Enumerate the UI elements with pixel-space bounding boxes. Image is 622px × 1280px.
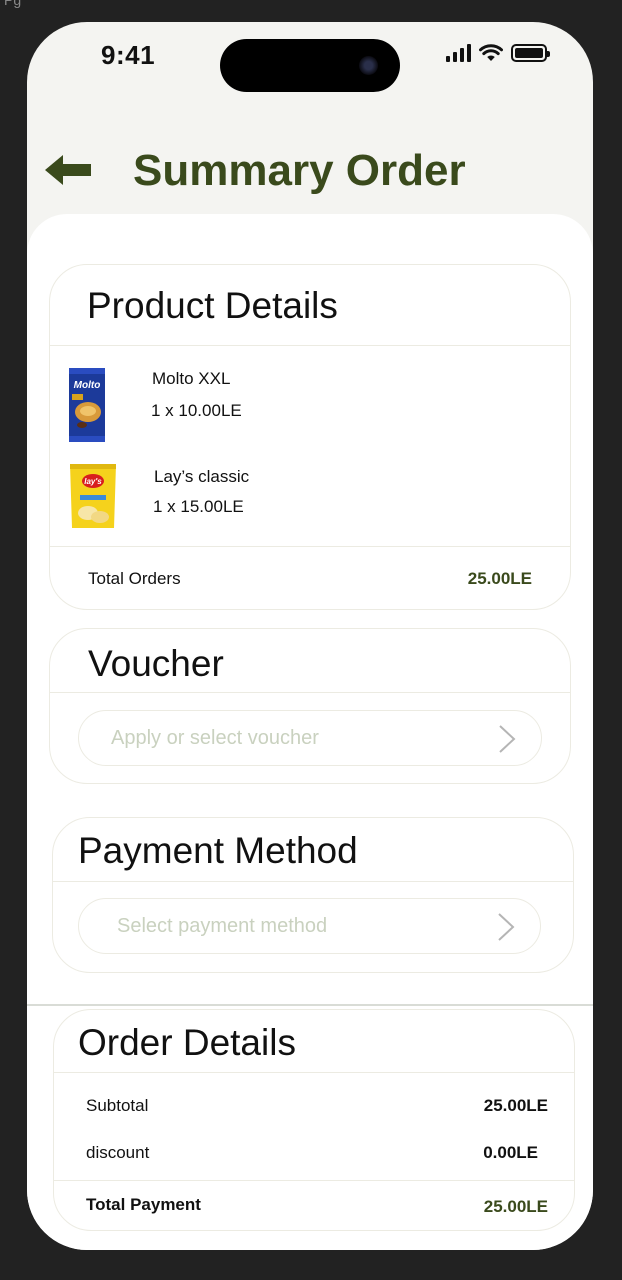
total-payment-label: Total Payment <box>86 1195 201 1214</box>
molto-product-image: Molto <box>69 368 105 442</box>
status-time: 9:41 <box>101 40 156 70</box>
product-name: Molto XXL <box>152 369 231 388</box>
total-orders-label: Total Orders <box>88 569 181 588</box>
order-details-card: Order Details Subtotal 25.00LE discount … <box>53 1009 575 1231</box>
product-details-title: Product Details <box>87 285 338 326</box>
divider <box>54 1072 574 1073</box>
product-name: Lay’s classic <box>154 467 250 486</box>
back-button[interactable] <box>43 152 93 188</box>
divider <box>53 881 573 882</box>
product-price: 1 x 15.00LE <box>153 497 244 516</box>
divider <box>54 1180 574 1181</box>
order-details-title: Order Details <box>78 1022 296 1063</box>
frame-label: Pg <box>4 0 22 8</box>
total-orders-value: 25.00LE <box>467 569 532 588</box>
subtotal-label: Subtotal <box>86 1096 149 1115</box>
divider <box>50 692 570 693</box>
svg-text:lay's: lay's <box>84 477 102 486</box>
status-icons <box>446 44 550 62</box>
dynamic-island <box>220 39 400 92</box>
payment-placeholder: Select payment method <box>117 915 328 937</box>
discount-value: 0.00LE <box>483 1143 538 1162</box>
arrow-left-icon <box>45 155 91 185</box>
discount-label: discount <box>86 1143 150 1162</box>
payment-method-card: Payment Method Select payment method <box>52 817 574 973</box>
cellular-signal-icon <box>446 44 471 62</box>
voucher-card: Voucher Apply or select voucher <box>49 628 571 784</box>
product-price: 1 x 10.00LE <box>151 401 242 420</box>
chevron-right-icon <box>499 725 516 753</box>
divider <box>50 345 570 346</box>
divider <box>50 546 570 547</box>
svg-text:Molto: Molto <box>74 380 101 391</box>
wifi-icon <box>479 44 503 61</box>
battery-icon <box>511 44 550 62</box>
payment-method-select[interactable]: Select payment method <box>78 898 541 954</box>
product-item: Molto Molto XXL 1 x 10.00LE <box>50 365 570 445</box>
product-details-card: Product Details Molto Molto XXL 1 x 10.0… <box>49 264 571 610</box>
lays-product-image: lay's <box>70 464 116 528</box>
voucher-title: Voucher <box>88 643 224 684</box>
phone-screen: 9:41 Summary Order Product Details Molto… <box>27 22 593 1250</box>
content-sheet: Product Details Molto Molto XXL 1 x 10.0… <box>27 214 593 1250</box>
scroll-divider <box>27 1004 593 1006</box>
voucher-placeholder: Apply or select voucher <box>111 727 319 749</box>
voucher-select[interactable]: Apply or select voucher <box>78 710 542 766</box>
subtotal-value: 25.00LE <box>483 1096 548 1115</box>
chevron-right-icon <box>498 913 515 941</box>
product-item: lay's Lay’s classic 1 x 15.00LE <box>50 461 570 541</box>
front-camera-icon <box>359 56 378 75</box>
payment-method-title: Payment Method <box>78 830 358 871</box>
page-title: Summary Order <box>133 146 466 195</box>
total-payment-value: 25.00LE <box>483 1197 548 1216</box>
